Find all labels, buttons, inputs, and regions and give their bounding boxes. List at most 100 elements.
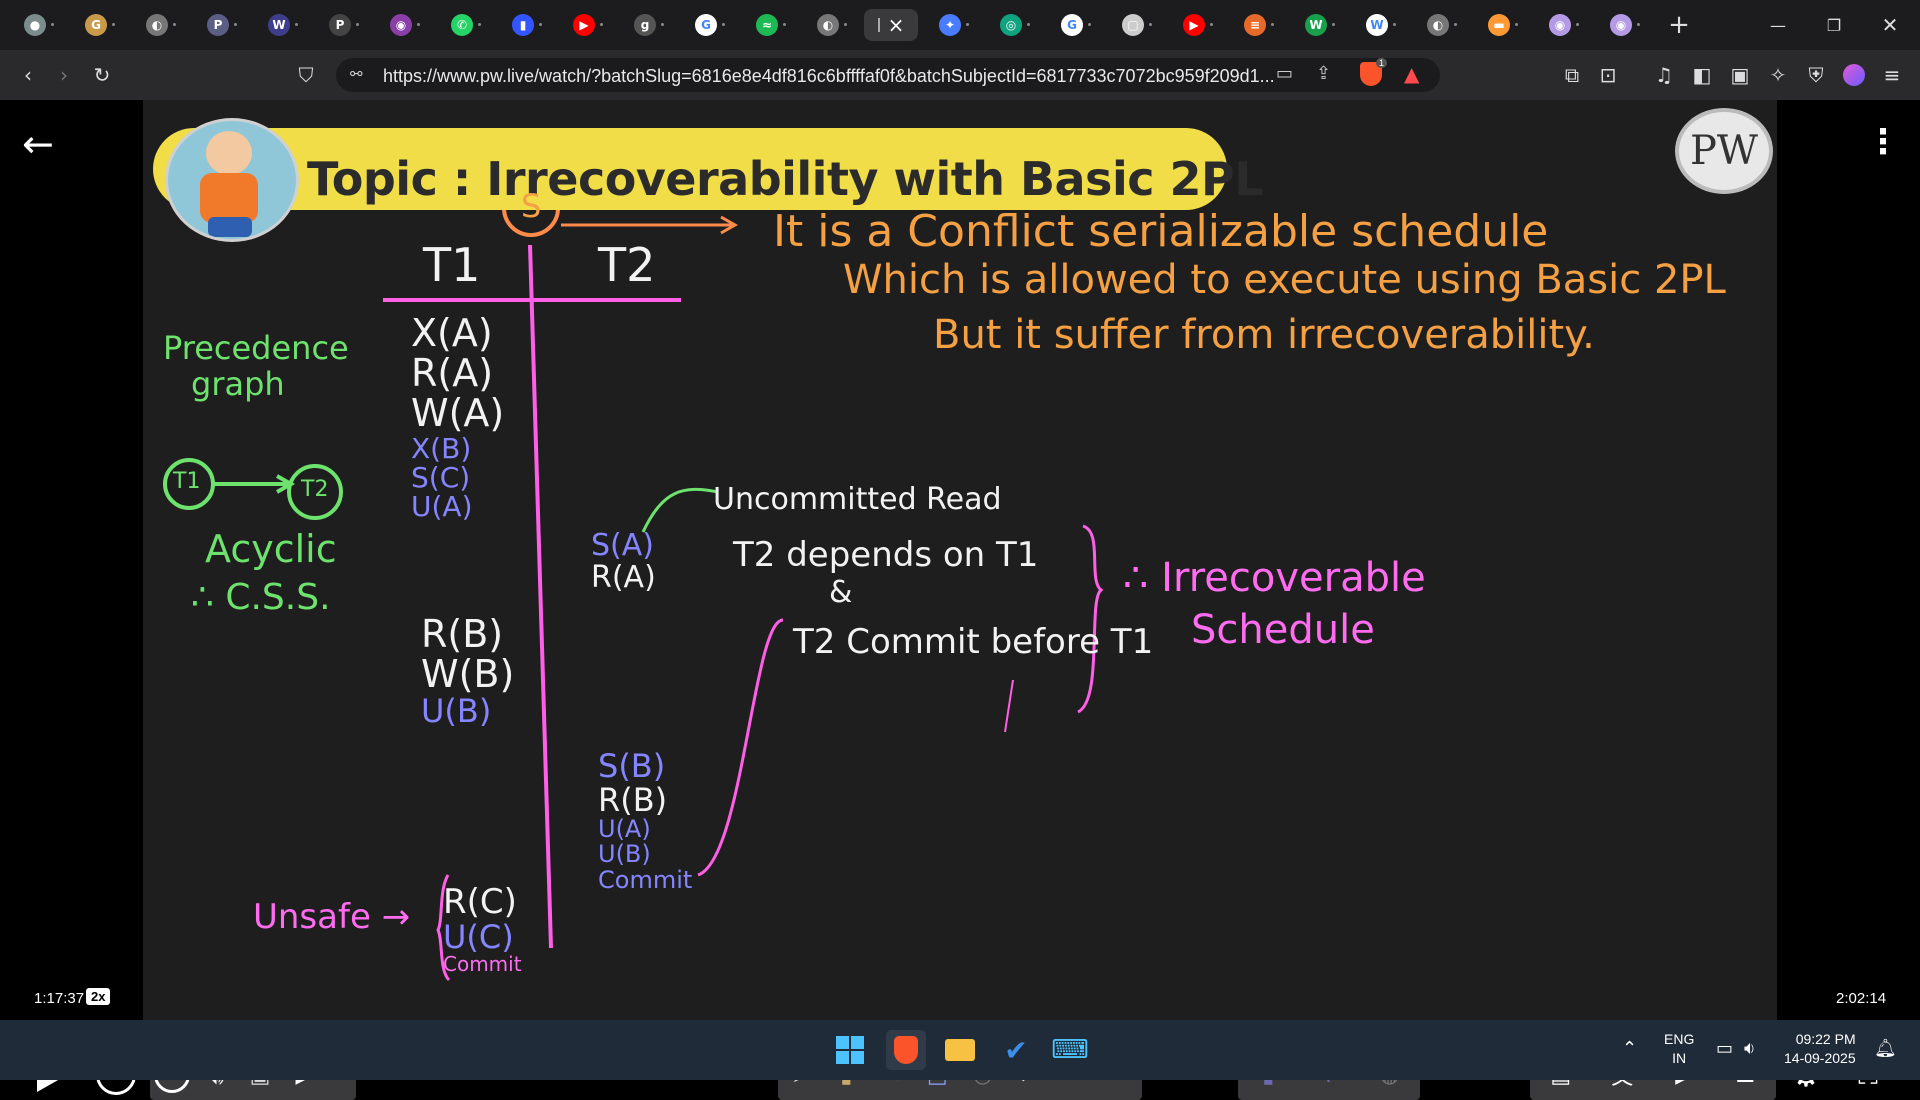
bookmark-button[interactable]: ⛉ <box>290 59 322 91</box>
browser-tab[interactable]: ◐ <box>132 9 182 41</box>
tab-audio-dot <box>783 23 786 26</box>
pw-logo: PW <box>1675 108 1773 194</box>
profile-button[interactable] <box>1838 59 1870 91</box>
browser-tab[interactable]: ▬ <box>1474 9 1524 41</box>
todo-button[interactable]: ✔ <box>996 1030 1036 1070</box>
tab-audio-dot <box>966 23 969 26</box>
schedule-op: U(C) <box>443 917 514 956</box>
close-tab-icon[interactable]: × <box>888 13 905 37</box>
sidebar-button[interactable]: ◧ <box>1686 59 1718 91</box>
browser-tab[interactable]: ≈ <box>742 9 792 41</box>
share-icon[interactable]: ⇪ <box>1316 63 1331 84</box>
browser-tab[interactable]: W <box>1291 9 1341 41</box>
browser-tab[interactable]: G <box>1047 9 1097 41</box>
schedule-op: S(A) <box>591 528 654 563</box>
browser-tab[interactable]: g <box>620 9 670 41</box>
irrecoverable-text: ∴ Irrecoverable <box>1123 555 1426 601</box>
address-bar[interactable]: ⚯ https://www.pw.live/watch/?batchSlug=6… <box>336 58 1440 92</box>
vpn-button[interactable]: ⛨ <box>1800 59 1832 91</box>
browser-tab[interactable]: ◎ <box>986 9 1036 41</box>
t2-blue-ops-2b: U(A) U(B) <box>598 815 692 867</box>
browser-tab[interactable]: ◉ <box>1596 9 1646 41</box>
file-explorer-button[interactable] <box>940 1030 980 1070</box>
spotify-icon: ≈ <box>756 14 778 36</box>
menu-button[interactable]: ≡ <box>1876 59 1908 91</box>
lecture-board: Topic : Irrecoverability with Basic 2PL … <box>143 100 1777 1020</box>
browser-tab[interactable]: ✆ <box>437 9 487 41</box>
back-nav-button[interactable]: ‹ <box>12 59 44 91</box>
cast-icon[interactable]: ▭ <box>1276 63 1293 84</box>
video-player[interactable]: Topic : Irrecoverability with Basic 2PL … <box>0 100 1920 1100</box>
youtube-icon: ▶ <box>1183 14 1205 36</box>
site-settings-icon[interactable]: ⚯ <box>350 65 363 83</box>
close-window-button[interactable]: ✕ <box>1862 0 1918 50</box>
start-button[interactable] <box>830 1030 870 1070</box>
clock-date: 14-09-2025 <box>1784 1049 1856 1066</box>
precedence-title-2: graph <box>191 365 285 403</box>
tab-audio-dot <box>173 23 176 26</box>
tab-audio-dot <box>844 23 847 26</box>
brave-taskbar-button[interactable] <box>886 1030 926 1070</box>
new-tab-button[interactable]: + <box>1664 9 1694 41</box>
browser-tab[interactable]: G <box>681 9 731 41</box>
browser-tab[interactable]: ▮ <box>498 9 548 41</box>
google-icon: G <box>695 14 717 36</box>
show-hidden-icons[interactable]: ⌃ <box>1622 1036 1637 1060</box>
browser-tab[interactable]: ◐ <box>1413 9 1463 41</box>
browser-tab[interactable]: ▢ <box>1108 9 1158 41</box>
tab-audio-dot <box>1515 23 1518 26</box>
tab-audio-dot <box>1332 23 1335 26</box>
tab-audio-dot <box>234 23 237 26</box>
pw-purple-icon: ◉ <box>1549 14 1571 36</box>
minimize-button[interactable]: — <box>1750 0 1806 50</box>
browser-tab[interactable]: W <box>1352 9 1402 41</box>
extensions-button[interactable]: ⧉ <box>1556 59 1588 91</box>
restore-button[interactable]: ❐ <box>1806 0 1862 50</box>
gyan-icon: G <box>85 14 107 36</box>
leo-ai-button[interactable]: ✧ <box>1762 59 1794 91</box>
more-options-button[interactable]: ⋮ <box>1866 122 1900 162</box>
wallet-button[interactable]: ▣ <box>1724 59 1756 91</box>
browser-tab[interactable]: ◉ <box>376 9 426 41</box>
brave-rewards-icon[interactable]: ▲ <box>1404 62 1419 86</box>
forward-nav-button[interactable]: › <box>48 59 80 91</box>
topic-banner-title: Topic : Irrecoverability with Basic 2PL <box>307 152 1264 206</box>
browser-tab[interactable]: ✦ <box>925 9 975 41</box>
browser-tab[interactable]: W <box>254 9 304 41</box>
notification-button[interactable]: 🔔︎ <box>1874 1036 1897 1060</box>
reader-mode-button[interactable]: ⊡ <box>1592 59 1624 91</box>
network-icon[interactable]: ▭ <box>1716 1036 1733 1060</box>
tab-audio-dot <box>295 23 298 26</box>
playback-speed-badge[interactable]: 2x <box>86 988 111 1005</box>
tab-audio-dot <box>1149 23 1152 26</box>
browser-tab[interactable]: ◉ <box>1535 9 1585 41</box>
reload-button[interactable]: ↻ <box>86 59 118 91</box>
keyboard-icon: ⌨ <box>1051 1035 1089 1065</box>
browser-tab[interactable]: ▶ <box>1169 9 1219 41</box>
keyboard-app-button[interactable]: ⌨ <box>1050 1030 1090 1070</box>
schedule-op: U(A) <box>598 815 651 844</box>
tab-favicon-placeholder <box>877 18 880 32</box>
browser-tab[interactable]: ◐ <box>803 9 853 41</box>
browser-tab[interactable]: ▶ <box>559 9 609 41</box>
schedule-op: X(B) <box>411 431 472 465</box>
volume-tray-icon[interactable]: 🔉︎ <box>1744 1036 1755 1060</box>
schedule-label: S <box>521 187 542 225</box>
language-indicator[interactable]: ENG IN <box>1664 1030 1694 1068</box>
puzzle-icon: ⧉ <box>1564 63 1580 87</box>
schedule-op: U(A) <box>411 490 473 524</box>
green-chart-icon: W <box>1305 14 1327 36</box>
back-arrow-button[interactable]: ← <box>22 122 62 166</box>
browser-tab[interactable]: ≡ <box>1230 9 1280 41</box>
browser-tab[interactable]: G <box>71 9 121 41</box>
brave-shields-badge: 1 <box>1376 58 1388 68</box>
browser-tab[interactable]: P <box>193 9 243 41</box>
wikipedia-icon: W <box>1366 14 1388 36</box>
clock[interactable]: 09:22 PM 14-09-2025 <box>1784 1030 1856 1068</box>
browser-tab[interactable]: ● <box>10 9 60 41</box>
pw-app-icon: ● <box>24 14 46 36</box>
media-button[interactable]: ♫ <box>1648 59 1680 91</box>
browser-tab[interactable]: P <box>315 9 365 41</box>
browser-tab[interactable]: × <box>864 9 918 41</box>
url-text[interactable]: https://www.pw.live/watch/?batchSlug=681… <box>383 66 1275 87</box>
